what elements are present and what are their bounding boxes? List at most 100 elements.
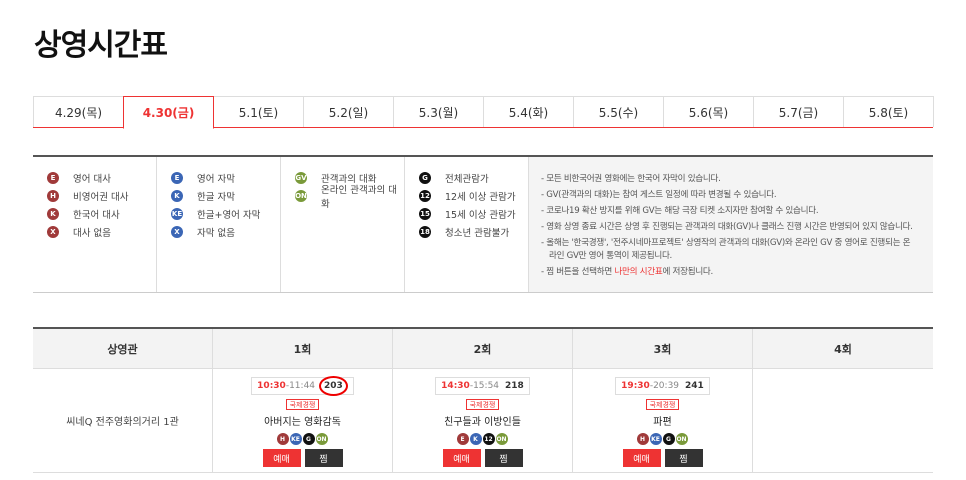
page-title: 상영시간표 <box>34 28 168 63</box>
theater-name: 씨네Q 전주영화의거리 1관 <box>33 369 213 472</box>
legend-label: 청소년 관람불가 <box>445 228 510 239</box>
movie-title[interactable]: 아버지는 영화감독 <box>264 413 341 428</box>
rating-12-icon: 12 <box>419 190 431 202</box>
legend: E 영어 대사 H 비영어권 대사 K 한국어 대사 X 대사 없음 E 영어 자막 K 한… <box>33 155 933 293</box>
legend-subtitles: E 영어 자막 K 한글 자막 KE 한글+영어 자막 X 자막 없음 <box>157 157 281 292</box>
online-gv-icon: ON <box>495 433 508 445</box>
showtime-1: 10:30-11:44 203 국제경쟁 아버지는 영화감독 H KE G ON… <box>213 369 393 472</box>
start-time: 10:30 <box>257 381 286 391</box>
rating-15-icon: 15 <box>419 208 431 220</box>
subtitle-none-icon: X <box>171 226 183 238</box>
seat-count: 241 <box>685 381 704 391</box>
book-button[interactable]: 예매 <box>442 449 481 467</box>
schedule-header: 상영관 1회 2회 3회 4회 <box>33 329 933 369</box>
movie-badges: H KE G ON <box>276 433 329 445</box>
legend-label: 한글+영어 자막 <box>197 210 261 221</box>
rating-all-icon: G <box>419 172 431 184</box>
showtime-4-empty <box>753 369 933 472</box>
online-gv-icon: ON <box>295 190 307 202</box>
tab-date-5[interactable]: 5.4(화) <box>483 96 574 127</box>
tab-date-4[interactable]: 5.3(월) <box>393 96 484 127</box>
online-gv-icon: ON <box>675 433 688 445</box>
subtitle-korean-english-icon: KE <box>649 433 662 445</box>
tab-date-0[interactable]: 4.29(목) <box>33 96 124 127</box>
tab-date-8[interactable]: 5.7(금) <box>753 96 844 127</box>
dialogue-english-icon: E <box>47 172 59 184</box>
legend-label: 영어 대사 <box>73 174 111 185</box>
movie-badges: E K 12 ON <box>456 433 509 445</box>
legend-rating: G 전체관람가 12 12세 이상 관람가 15 15세 이상 관람가 18 청소년 관… <box>405 157 529 292</box>
rating-all-icon: G <box>302 433 315 445</box>
rating-18-icon: 18 <box>419 226 431 238</box>
favorite-button[interactable]: 찜 <box>484 449 523 467</box>
legend-label: 비영어권 대사 <box>73 192 129 203</box>
movie-badges: H KE G ON <box>636 433 689 445</box>
header-round-1: 1회 <box>213 329 393 368</box>
end-time: 20:39 <box>653 381 680 391</box>
table-row: 씨네Q 전주영화의거리 1관 10:30-11:44 203 국제경쟁 아버지는… <box>33 369 933 473</box>
online-gv-icon: ON <box>315 433 328 445</box>
legend-label: 12세 이상 관람가 <box>445 192 516 203</box>
section-badge: 국제경쟁 <box>465 399 500 410</box>
tab-date-1[interactable]: 4.30(금) <box>123 96 214 129</box>
end-time: 11:44 <box>289 381 316 391</box>
end-time: 15:54 <box>473 381 500 391</box>
legend-gv: GV 관객과의 대화 ON 온라인 관객과의 대화 <box>281 157 405 292</box>
subtitle-korean-icon: K <box>469 433 482 445</box>
start-time: 14:30 <box>441 381 470 391</box>
legend-label: 한국어 대사 <box>73 210 120 221</box>
section-badge: 국제경쟁 <box>285 399 320 410</box>
favorite-button[interactable]: 찜 <box>304 449 343 467</box>
section-badge: 국제경쟁 <box>645 399 680 410</box>
movie-title[interactable]: 친구들과 이방인들 <box>444 413 521 428</box>
legend-notes: - 모든 비한국어권 영화에는 한국어 자막이 있습니다. - GV(관객과의 … <box>529 157 933 292</box>
tab-date-2[interactable]: 5.1(토) <box>213 96 304 127</box>
legend-label: 대사 없음 <box>73 228 111 239</box>
dialogue-none-icon: X <box>47 226 59 238</box>
subtitle-korean-icon: K <box>171 190 183 202</box>
subtitle-korean-english-icon: KE <box>171 208 183 220</box>
schedule-table: 상영관 1회 2회 3회 4회 씨네Q 전주영화의거리 1관 10:30-11:… <box>33 327 933 473</box>
header-round-4: 4회 <box>834 342 852 356</box>
legend-dialogue: E 영어 대사 H 비영어권 대사 K 한국어 대사 X 대사 없음 <box>33 157 157 292</box>
legend-label: 전체관람가 <box>445 174 489 185</box>
subtitle-korean-english-icon: KE <box>289 433 302 445</box>
note: - 모든 비한국어권 영화에는 한국어 자막이 있습니다. <box>541 174 721 184</box>
showtime-2: 14:30-15:54 218 국제경쟁 친구들과 이방인들 E K 12 ON… <box>393 369 573 472</box>
legend-label: 자막 없음 <box>197 228 235 239</box>
note: - GV(관객과의 대화)는 참여 게스트 일정에 따라 변경될 수 있습니다. <box>541 190 777 200</box>
gv-icon: GV <box>295 172 307 184</box>
dialogue-non-english-icon: H <box>47 190 59 202</box>
dialogue-korean-icon: K <box>47 208 59 220</box>
tab-date-3[interactable]: 5.2(일) <box>303 96 394 127</box>
start-time: 19:30 <box>621 381 650 391</box>
legend-label: 온라인 관객과의 대화 <box>321 185 397 210</box>
rating-all-icon: G <box>662 433 675 445</box>
header-theater: 상영관 <box>33 329 213 368</box>
subtitle-english-icon: E <box>171 172 183 184</box>
legend-label: 영어 자막 <box>197 174 235 185</box>
rating-12-icon: 12 <box>482 433 495 445</box>
time-box: 10:30-11:44 203 <box>251 376 354 396</box>
my-schedule-link: 나만의 시간표 <box>614 267 663 277</box>
tab-date-7[interactable]: 5.6(목) <box>663 96 754 127</box>
dialogue-non-english-icon: H <box>276 433 289 445</box>
note: - 코로나19 확산 방지를 위해 GV는 해당 극장 티켓 소지자만 참여할 … <box>541 206 819 216</box>
showtime-3: 19:30-20:39 241 국제경쟁 파편 H KE G ON 예매 찜 <box>573 369 753 472</box>
header-round-3: 3회 <box>573 329 753 368</box>
date-tabs: 4.29(목) 4.30(금) 5.1(토) 5.2(일) 5.3(월) 5.4… <box>33 96 934 129</box>
dialogue-english-icon: E <box>456 433 469 445</box>
seat-count: 203 <box>319 376 348 396</box>
tab-date-6[interactable]: 5.5(수) <box>573 96 664 127</box>
time-box: 14:30-15:54 218 <box>435 377 530 395</box>
movie-title[interactable]: 파편 <box>653 413 671 428</box>
favorite-button[interactable]: 찜 <box>664 449 703 467</box>
legend-label: 15세 이상 관람가 <box>445 210 516 221</box>
seat-count: 218 <box>505 381 524 391</box>
book-button[interactable]: 예매 <box>622 449 661 467</box>
time-box: 19:30-20:39 241 <box>615 377 710 395</box>
book-button[interactable]: 예매 <box>262 449 301 467</box>
note: - 영화 상영 종료 시간은 상영 후 진행되는 관객과의 대화(GV)나 클래… <box>541 222 913 232</box>
legend-label: 한글 자막 <box>197 192 235 203</box>
tab-date-9[interactable]: 5.8(토) <box>843 96 934 127</box>
